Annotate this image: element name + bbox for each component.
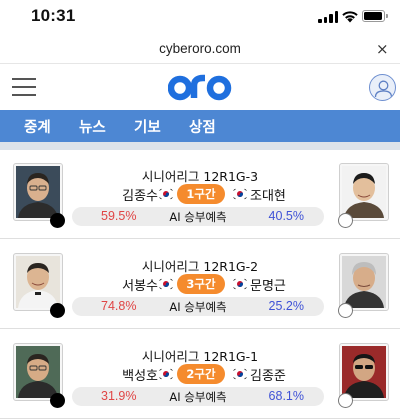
- black-player-name: 김종수: [122, 189, 158, 204]
- wifi-icon: [342, 11, 358, 23]
- korea-flag-icon: [158, 278, 174, 290]
- white-stone-icon: [338, 303, 353, 318]
- battery-icon: [362, 10, 388, 22]
- tab-news[interactable]: 뉴스: [79, 116, 106, 137]
- ai-prediction-bar: 31.9% AI 승부예측 68.1%: [72, 387, 324, 406]
- white-player-name: 김종준: [250, 369, 286, 384]
- game-card[interactable]: 시니어리그 12R1G-3 김종수 1구간 조대현 59.5% AI 승부예측 …: [0, 150, 400, 239]
- korea-flag-icon: [158, 368, 174, 380]
- main-nav: 중계 뉴스 기보 상점: [0, 110, 400, 142]
- tab-live[interactable]: 중계: [24, 116, 51, 137]
- nav-divider: [0, 142, 400, 150]
- korea-flag-icon: [232, 188, 248, 200]
- user-profile-icon[interactable]: [369, 74, 396, 101]
- league-title: 시니어리그 12R1G-3: [141, 169, 259, 184]
- black-stone-icon: [50, 303, 65, 318]
- tab-game-records[interactable]: 기보: [134, 116, 161, 137]
- white-stone-icon: [338, 213, 353, 228]
- tab-shop[interactable]: 상점: [189, 116, 216, 137]
- round-badge: 2구간: [177, 364, 225, 384]
- url-text[interactable]: cyberoro.com: [0, 41, 400, 56]
- league-title: 시니어리그 12R1G-2: [141, 259, 259, 274]
- black-player-name: 서봉수: [122, 279, 158, 294]
- browser-url-bar[interactable]: cyberoro.com ×: [0, 34, 400, 64]
- close-icon[interactable]: ×: [376, 40, 389, 58]
- black-stone-icon: [50, 393, 65, 408]
- game-card[interactable]: 시니어리그 12R1G-2 서봉수 3구간 문명근 74.8% AI 승부예측 …: [0, 240, 400, 329]
- league-title: 시니어리그 12R1G-1: [141, 349, 259, 364]
- korea-flag-icon: [158, 188, 174, 200]
- game-card[interactable]: 시니어리그 12R1G-1 백성호 2구간 김종준 31.9% AI 승부예측 …: [0, 330, 400, 419]
- white-win-percent: 40.5%: [268, 209, 304, 223]
- hamburger-menu-icon[interactable]: [12, 78, 36, 96]
- white-player-name: 조대현: [250, 189, 286, 204]
- cellular-signal-icon: [318, 11, 338, 23]
- korea-flag-icon: [232, 368, 248, 380]
- white-win-percent: 68.1%: [268, 389, 304, 403]
- app-header: [0, 64, 400, 110]
- white-win-percent: 25.2%: [268, 299, 304, 313]
- status-time: 10:31: [31, 6, 76, 25]
- status-bar: 10:31: [0, 0, 400, 34]
- oro-logo[interactable]: [168, 69, 232, 105]
- round-badge: 3구간: [177, 274, 225, 294]
- white-stone-icon: [338, 393, 353, 408]
- ai-prediction-bar: 59.5% AI 승부예측 40.5%: [72, 207, 324, 226]
- round-badge: 1구간: [177, 184, 225, 204]
- ai-prediction-bar: 74.8% AI 승부예측 25.2%: [72, 297, 324, 316]
- black-stone-icon: [50, 213, 65, 228]
- korea-flag-icon: [232, 278, 248, 290]
- white-player-name: 문명근: [250, 279, 286, 294]
- black-player-name: 백성호: [122, 369, 158, 384]
